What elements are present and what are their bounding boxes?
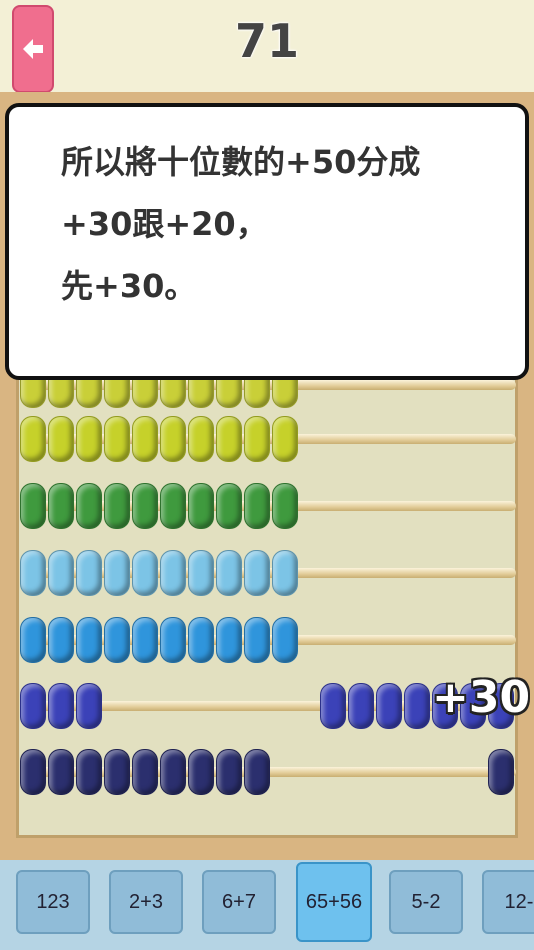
abacus-bead[interactable] bbox=[132, 483, 158, 529]
abacus-bead[interactable] bbox=[104, 416, 130, 462]
abacus-bead[interactable] bbox=[132, 550, 158, 596]
abacus-bead[interactable] bbox=[76, 683, 102, 729]
abacus-bead[interactable] bbox=[76, 550, 102, 596]
hint-dialog: 所以將十位數的+50分成 +30跟+20， 先+30。 bbox=[5, 103, 529, 380]
abacus-bead[interactable] bbox=[160, 550, 186, 596]
abacus-bead[interactable] bbox=[76, 416, 102, 462]
abacus-bead[interactable] bbox=[320, 683, 346, 729]
hint-line-3: 先+30。 bbox=[61, 267, 197, 305]
mode-tab-bar: 123 2+3 6+7 65+56 5-2 12- bbox=[0, 860, 534, 950]
abacus-bead[interactable] bbox=[20, 550, 46, 596]
abacus-bead[interactable] bbox=[48, 749, 74, 795]
abacus-bead[interactable] bbox=[188, 617, 214, 663]
abacus-bead[interactable] bbox=[20, 683, 46, 729]
abacus-bead[interactable] bbox=[272, 416, 298, 462]
abacus-bead[interactable] bbox=[244, 416, 270, 462]
abacus-bead[interactable] bbox=[272, 483, 298, 529]
abacus-bead[interactable] bbox=[244, 749, 270, 795]
abacus-bead[interactable] bbox=[272, 617, 298, 663]
abacus-bead[interactable] bbox=[76, 617, 102, 663]
abacus-bead[interactable] bbox=[132, 416, 158, 462]
tab-123[interactable]: 123 bbox=[16, 870, 90, 934]
abacus-bead[interactable] bbox=[188, 749, 214, 795]
abacus-bead[interactable] bbox=[216, 416, 242, 462]
abacus-bead[interactable] bbox=[216, 550, 242, 596]
abacus-bead[interactable] bbox=[48, 617, 74, 663]
abacus-bead[interactable] bbox=[244, 550, 270, 596]
abacus-bead[interactable] bbox=[376, 683, 402, 729]
abacus-bead[interactable] bbox=[216, 617, 242, 663]
abacus-bead[interactable] bbox=[48, 550, 74, 596]
hint-line-2: +30跟+20， bbox=[61, 205, 268, 243]
abacus-bead[interactable] bbox=[76, 749, 102, 795]
abacus-bead[interactable] bbox=[20, 749, 46, 795]
abacus-bead[interactable] bbox=[104, 550, 130, 596]
abacus-bead[interactable] bbox=[104, 749, 130, 795]
plus-thirty-indicator: +30 bbox=[432, 672, 531, 723]
abacus-bead[interactable] bbox=[160, 483, 186, 529]
tab-2plus3[interactable]: 2+3 bbox=[109, 870, 183, 934]
abacus-bead[interactable] bbox=[160, 749, 186, 795]
abacus-bead[interactable] bbox=[48, 483, 74, 529]
abacus-bead[interactable] bbox=[272, 550, 298, 596]
abacus-bead[interactable] bbox=[188, 483, 214, 529]
tab-12minus[interactable]: 12- bbox=[482, 870, 534, 934]
abacus-bead[interactable] bbox=[76, 483, 102, 529]
tab-5minus2[interactable]: 5-2 bbox=[389, 870, 463, 934]
abacus-bead[interactable] bbox=[216, 749, 242, 795]
abacus-bead[interactable] bbox=[104, 617, 130, 663]
abacus-bead[interactable] bbox=[48, 683, 74, 729]
abacus-bead[interactable] bbox=[20, 416, 46, 462]
abacus-bead[interactable] bbox=[348, 683, 374, 729]
abacus-bead[interactable] bbox=[216, 483, 242, 529]
score-display: 71 bbox=[234, 14, 299, 68]
abacus-bead[interactable] bbox=[20, 483, 46, 529]
abacus-bead[interactable] bbox=[188, 550, 214, 596]
abacus-bead[interactable] bbox=[160, 617, 186, 663]
tab-6plus7[interactable]: 6+7 bbox=[202, 870, 276, 934]
abacus-bead[interactable] bbox=[404, 683, 430, 729]
abacus-bead[interactable] bbox=[104, 483, 130, 529]
abacus-bead[interactable] bbox=[132, 749, 158, 795]
abacus-bead[interactable] bbox=[48, 416, 74, 462]
abacus-bead[interactable] bbox=[132, 617, 158, 663]
abacus-bead[interactable] bbox=[160, 416, 186, 462]
hint-line-1: 所以將十位數的+50分成 bbox=[61, 143, 421, 181]
tab-65plus56[interactable]: 65+56 bbox=[296, 862, 372, 942]
abacus-bead[interactable] bbox=[244, 617, 270, 663]
abacus-bead[interactable] bbox=[488, 749, 514, 795]
top-bar: 71 bbox=[0, 0, 534, 100]
abacus-bead[interactable] bbox=[20, 617, 46, 663]
abacus-bead[interactable] bbox=[244, 483, 270, 529]
abacus-bead[interactable] bbox=[188, 416, 214, 462]
